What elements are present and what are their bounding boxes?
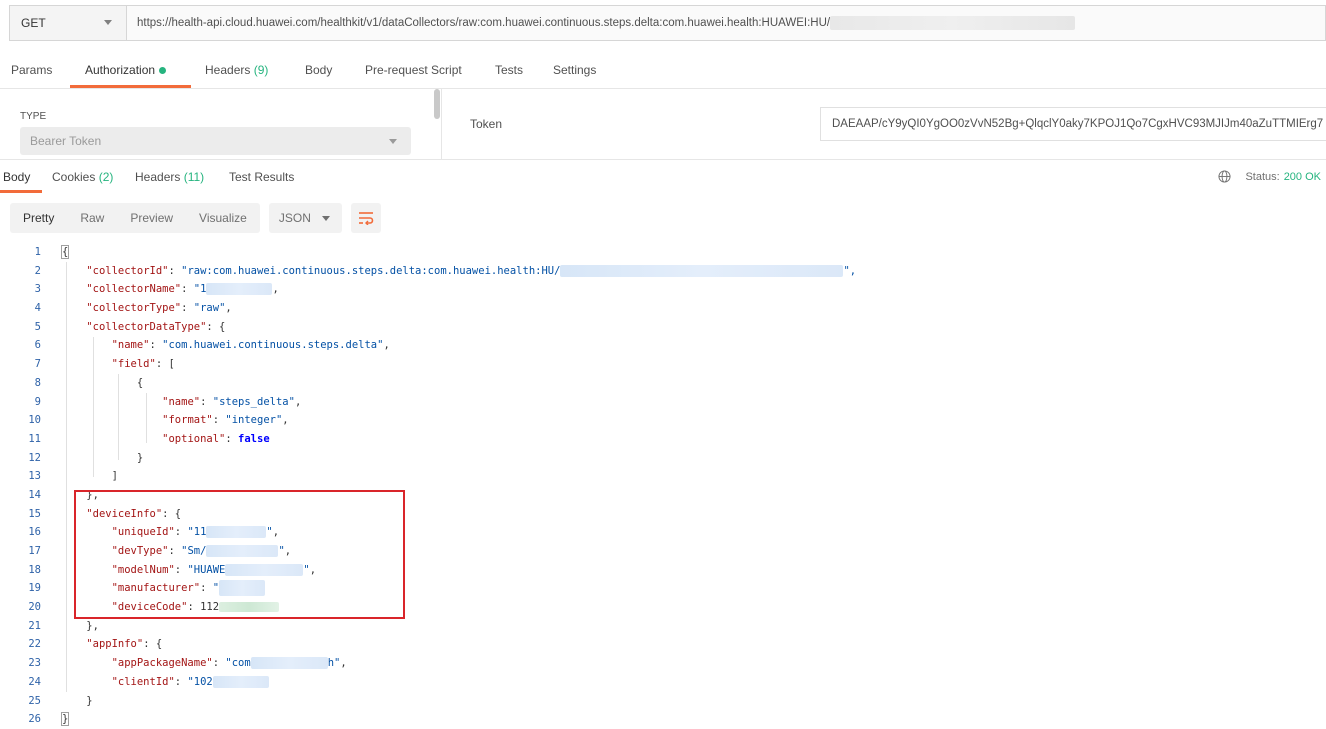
code-line: 6 "name": "com.huawei.continuous.steps.d… [34, 339, 390, 352]
authorization-panel: TYPE Bearer Token Token DAEAAP/cY9yQI0Yg… [0, 89, 1326, 160]
format-value: JSON [278, 211, 311, 225]
resp-tab-cookies[interactable]: Cookies (2) [52, 170, 113, 184]
code-line: 2 "collectorId": "raw:com.huawei.continu… [34, 264, 857, 277]
view-visualize-button[interactable]: Visualize [186, 203, 260, 233]
chevron-down-icon [389, 139, 397, 144]
request-url-bar: GET https://health-api.cloud.huawei.com/… [9, 5, 1326, 41]
code-line: 13 ] [28, 470, 118, 483]
resp-tab-headers-label: Headers [135, 170, 181, 184]
tab-settings[interactable]: Settings [553, 63, 596, 77]
response-status: Status: 200 OK [1218, 170, 1321, 183]
method-select[interactable]: GET [10, 6, 127, 40]
code-line: 9 "name": "steps_delta", [34, 395, 302, 408]
url-text: https://health-api.cloud.huawei.com/heal… [137, 17, 831, 29]
method-label: GET [21, 16, 46, 30]
tab-body[interactable]: Body [305, 63, 332, 77]
status-value: 200 OK [1283, 170, 1321, 183]
format-select[interactable]: JSON [268, 203, 342, 233]
code-line: 5 "collectorDataType": { [34, 320, 226, 333]
tab-authorization[interactable]: Authorization [85, 63, 167, 77]
code-line: 11 "optional": false [28, 432, 270, 445]
highlight-box [74, 490, 405, 619]
tab-authorization-label: Authorization [85, 63, 156, 77]
token-value: DAEAAP/cY9yQI0YgOO0zVvN52Bg+QlqclY0aky7K… [832, 118, 1324, 130]
tab-headers-count: (9) [253, 63, 269, 77]
globe-icon[interactable] [1218, 170, 1231, 183]
tab-headers-label: Headers [205, 63, 251, 77]
code-line: 3 "collectorName": "1, [34, 283, 279, 296]
code-line: 12 } [28, 451, 144, 464]
active-tab-underline [0, 190, 42, 193]
response-view-toolbar: Pretty Raw Preview Visualize JSON [10, 203, 381, 233]
code-line: 22 "appInfo": { [28, 638, 163, 651]
request-tabs: Params Authorization Headers (9) Body Pr… [0, 55, 1326, 89]
response-body-code: 1{ 2 "collectorId": "raw:com.huawei.cont… [0, 243, 1326, 729]
code-line: 24 "clientId": "102 [0, 673, 1326, 692]
view-raw-button[interactable]: Raw [67, 203, 117, 233]
chevron-down-icon [321, 216, 330, 221]
type-label: TYPE [20, 111, 47, 122]
active-tab-underline [70, 85, 191, 88]
view-mode-group: Pretty Raw Preview Visualize [10, 203, 260, 233]
chevron-down-icon [104, 20, 112, 25]
code-line: 10 "format": "integer", [28, 414, 289, 427]
scrollbar-thumb[interactable] [434, 89, 440, 119]
code-line: 1{ [34, 245, 70, 259]
code-line: 7 "field": [ [34, 358, 175, 371]
tab-pre-request-script[interactable]: Pre-request Script [365, 63, 462, 77]
active-indicator-icon [159, 67, 167, 75]
code-line: 21 }, [28, 619, 99, 632]
token-input[interactable]: DAEAAP/cY9yQI0YgOO0zVvN52Bg+QlqclY0aky7K… [820, 107, 1326, 141]
auth-type-value: Bearer Token [30, 134, 102, 148]
resp-tab-headers-count: (11) [183, 170, 205, 184]
tab-headers[interactable]: Headers (9) [205, 63, 268, 77]
resp-tab-cookies-label: Cookies [52, 170, 96, 184]
redacted-region [830, 16, 1076, 30]
code-line: 4 "collectorType": "raw", [34, 302, 232, 315]
status-label: Status: [1245, 170, 1280, 183]
view-preview-button[interactable]: Preview [117, 203, 186, 233]
wrap-lines-button[interactable] [350, 203, 381, 233]
view-pretty-button[interactable]: Pretty [10, 203, 67, 233]
tab-params[interactable]: Params [11, 63, 52, 77]
panel-divider [441, 89, 442, 160]
code-line: 8 { [34, 376, 144, 389]
auth-type-select[interactable]: Bearer Token [20, 127, 411, 155]
tab-tests[interactable]: Tests [495, 63, 523, 77]
code-line: 26} [28, 712, 70, 727]
url-input[interactable]: https://health-api.cloud.huawei.com/heal… [127, 6, 1076, 40]
response-tabs: Body Cookies (2) Headers (11) Test Resul… [0, 160, 1326, 193]
resp-tab-headers[interactable]: Headers (11) [135, 170, 204, 184]
resp-tab-body[interactable]: Body [3, 170, 30, 184]
resp-tab-test-results[interactable]: Test Results [229, 170, 294, 184]
resp-tab-cookies-count: (2) [98, 170, 114, 184]
code-line: 25 } [28, 694, 93, 707]
token-label: Token [470, 117, 503, 131]
code-line: 23 "appPackageName": "com h", [28, 657, 347, 670]
wrap-lines-icon [358, 212, 374, 225]
